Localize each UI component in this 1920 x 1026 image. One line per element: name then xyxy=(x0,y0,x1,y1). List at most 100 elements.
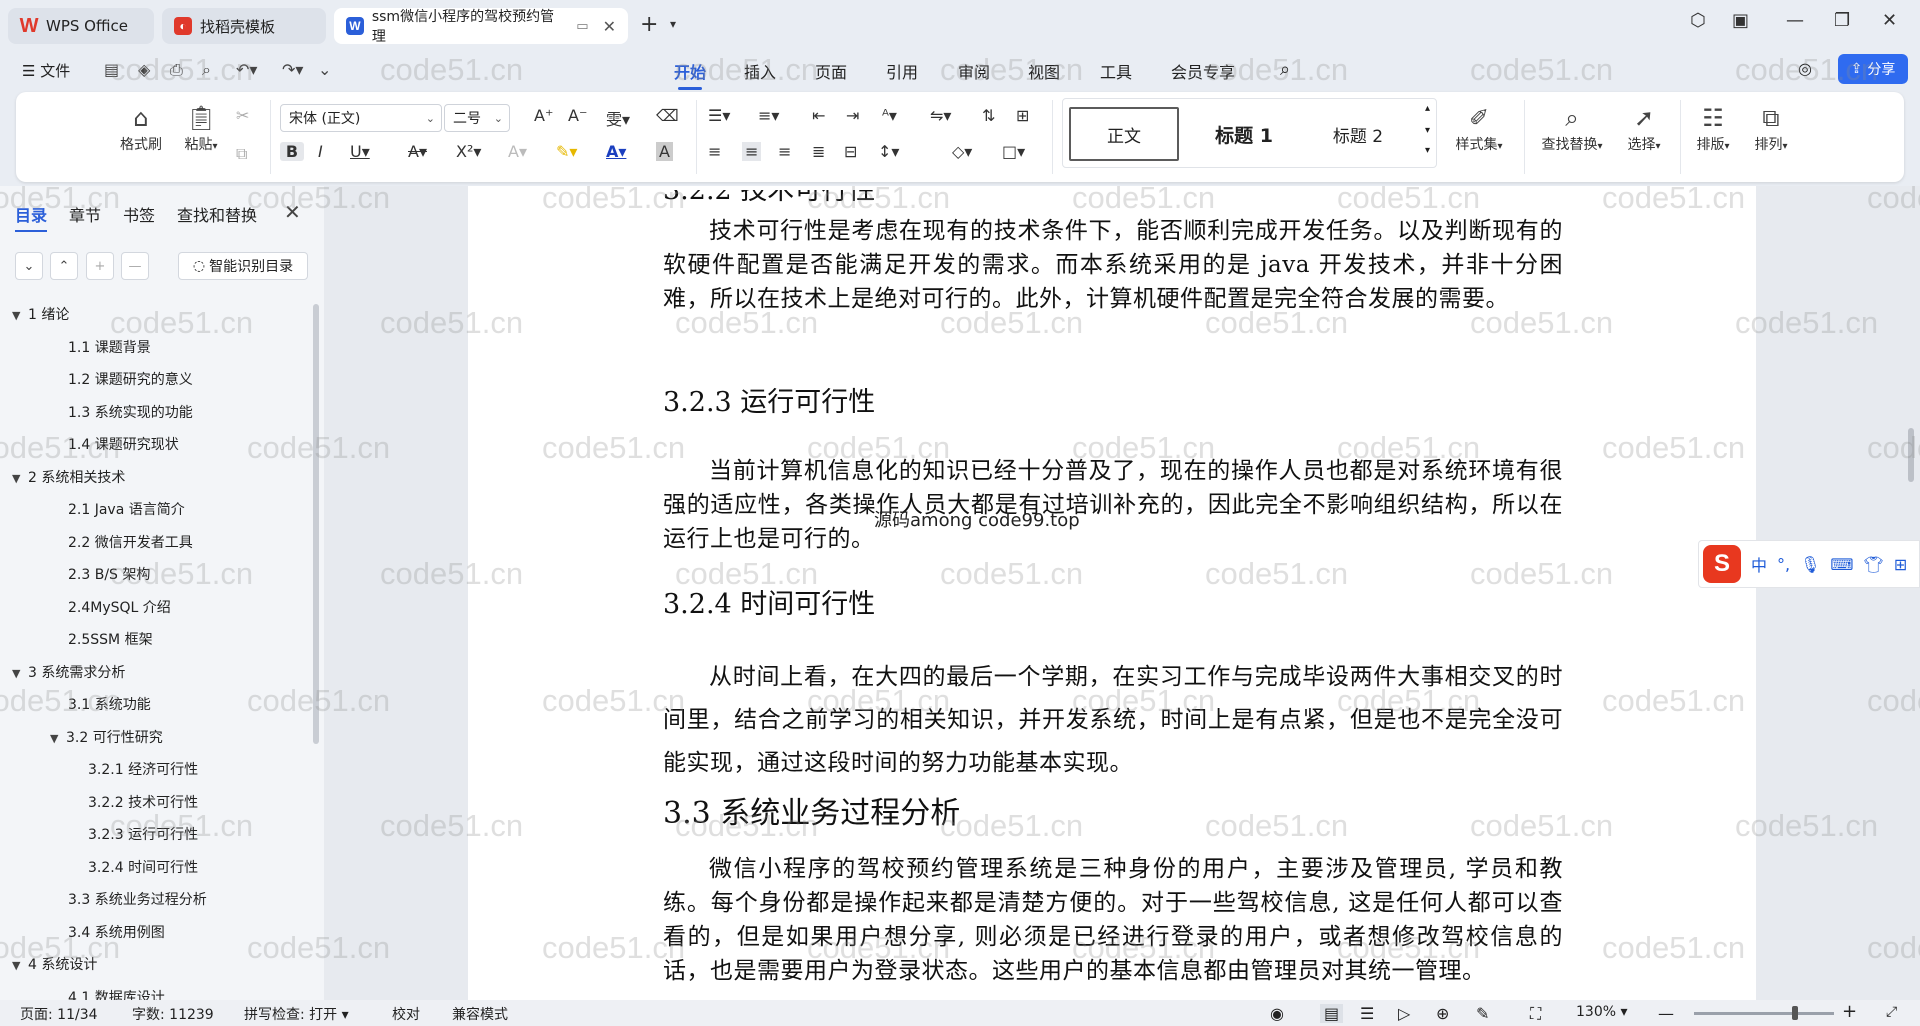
bullet-list-icon[interactable]: ☰▾ xyxy=(708,106,730,125)
collapse-all-button[interactable]: ⌃ xyxy=(50,252,78,280)
copy-icon[interactable]: ⧉ xyxy=(236,144,247,164)
tab-document[interactable]: W ssm微信小程序的驾校预约管理 ▭ ✕ xyxy=(334,8,628,45)
smart-toc-button[interactable]: ◌ 智能识别目录 xyxy=(178,252,308,280)
border-icon[interactable]: □▾ xyxy=(1002,142,1025,161)
bold-button[interactable]: B xyxy=(280,142,304,161)
pen-icon[interactable]: ✎ xyxy=(1476,1004,1489,1023)
print-preview-icon[interactable]: ⌕ xyxy=(202,60,211,80)
align-center-icon[interactable]: ≡ xyxy=(742,142,762,161)
menu-tools[interactable]: 工具 xyxy=(1100,59,1132,83)
style-heading-2[interactable]: 标题 2 xyxy=(1303,107,1413,161)
add-toc-button[interactable]: + xyxy=(86,252,114,280)
styles-down-icon[interactable]: ▾ xyxy=(1425,125,1430,136)
toc-item[interactable]: ▼ 3 系统需求分析 xyxy=(12,662,125,682)
expand-triangle-icon[interactable]: ▼ xyxy=(12,959,28,972)
customize-icon[interactable]: ⌄ xyxy=(318,60,331,79)
toc-item[interactable]: 3.1 系统功能 xyxy=(68,694,151,714)
toc-item[interactable]: 2.5SSM 框架 xyxy=(68,629,153,649)
menu-member[interactable]: 会员专享 xyxy=(1171,59,1235,83)
close-tab-icon[interactable]: ✕ xyxy=(603,17,616,36)
font-size-select[interactable]: 二号 ⌄ xyxy=(444,104,510,132)
fit-page-icon[interactable]: ⛶ xyxy=(1530,1004,1541,1024)
arrange-button[interactable]: ⧉ 排列▾ xyxy=(1746,104,1796,154)
decrease-indent-icon[interactable]: ⇤ xyxy=(812,106,825,125)
keyboard-icon[interactable]: ⌨ xyxy=(1830,555,1853,574)
toc-item[interactable]: ▼ 2 系统相关技术 xyxy=(12,467,125,487)
sort-icon[interactable]: ⇅ xyxy=(982,106,995,125)
toc-item[interactable]: 1.2 课题研究的意义 xyxy=(68,369,193,389)
ime-lang[interactable]: 中 xyxy=(1751,552,1767,576)
eye-protect-icon[interactable]: ◉ xyxy=(1270,1004,1284,1023)
zoom-slider-handle[interactable] xyxy=(1791,1006,1798,1020)
play-icon[interactable]: ▷ xyxy=(1398,1004,1410,1023)
undo-icon[interactable]: ↶▾ xyxy=(236,60,257,79)
find-replace-button[interactable]: ⌕ 查找替换▾ xyxy=(1532,104,1612,154)
justify-icon[interactable]: ≣ xyxy=(812,142,825,161)
menu-view[interactable]: 视图 xyxy=(1028,59,1060,83)
select-button[interactable]: ➚ 选择▾ xyxy=(1616,104,1672,154)
style-heading-1[interactable]: 标题 1 xyxy=(1189,107,1299,161)
chat-icon[interactable]: ◎ xyxy=(1798,59,1812,78)
toc-item[interactable]: 2.3 B/S 架构 xyxy=(68,564,150,584)
text-direction-icon[interactable]: ᴬ▾ xyxy=(882,106,897,125)
remove-toc-button[interactable]: — xyxy=(121,252,149,280)
tab-find-replace[interactable]: 查找和替换 xyxy=(177,202,257,232)
styles-up-icon[interactable]: ▴ xyxy=(1425,103,1430,114)
menu-insert[interactable]: 插入 xyxy=(744,59,776,83)
expand-triangle-icon[interactable]: ▼ xyxy=(50,732,66,745)
minimize-icon[interactable]: — xyxy=(1786,10,1804,31)
shrink-font-icon[interactable]: A⁻ xyxy=(568,106,587,125)
pane-scrollbar[interactable] xyxy=(313,304,319,744)
menu-home[interactable]: 开始 xyxy=(674,59,706,90)
underline-button[interactable]: U▾ xyxy=(350,142,370,161)
spell-check-toggle[interactable]: 拼写检查: 打开 ▾ xyxy=(244,1004,349,1024)
word-count[interactable]: 字数: 11239 xyxy=(132,1004,214,1024)
text-effect-icon[interactable]: A▾ xyxy=(508,142,527,161)
new-tab-button[interactable]: + xyxy=(640,12,658,37)
align-right-icon[interactable]: ≡ xyxy=(778,142,791,161)
menu-references[interactable]: 引用 xyxy=(886,59,918,83)
shading-icon[interactable]: ◇▾ xyxy=(952,142,972,161)
toc-item[interactable]: 2.1 Java 语言简介 xyxy=(68,499,185,519)
numbered-list-icon[interactable]: ≡▾ xyxy=(758,106,779,125)
share-button[interactable]: ⇪ 分享 xyxy=(1838,54,1908,84)
grow-font-icon[interactable]: A⁺ xyxy=(534,106,553,125)
phonetic-icon[interactable]: 雯▾ xyxy=(606,106,630,130)
superscript-button[interactable]: X²▾ xyxy=(456,142,481,161)
expand-triangle-icon[interactable]: ▼ xyxy=(12,472,28,485)
page-indicator[interactable]: 页面: 11/34 xyxy=(20,1004,98,1024)
expand-triangle-icon[interactable]: ▼ xyxy=(12,309,28,322)
zoom-level[interactable]: 130% ▾ xyxy=(1576,1004,1628,1020)
style-normal[interactable]: 正文 xyxy=(1069,107,1179,161)
paste-button[interactable]: 📋︎ 粘贴▾ xyxy=(176,104,226,154)
page-view-icon[interactable]: ▤ xyxy=(1320,1004,1344,1023)
tab-toc[interactable]: 目录 xyxy=(15,202,48,232)
font-name-select[interactable]: 宋体 (正文) ⌄ xyxy=(280,104,442,132)
format-painter-button[interactable]: ⌂ 格式刷 xyxy=(116,104,166,154)
toc-item[interactable]: 2.4MySQL 介绍 xyxy=(68,597,171,617)
distribute-icon[interactable]: ⊟ xyxy=(844,142,857,161)
tab-wps-office[interactable]: W WPS Office xyxy=(8,8,154,44)
char-shading-icon[interactable]: A xyxy=(656,142,673,161)
save-icon[interactable]: ▤ xyxy=(104,60,119,79)
microphone-icon[interactable]: 🎙︎ xyxy=(1800,555,1820,574)
toc-item[interactable]: 3.2.3 运行可行性 xyxy=(88,824,198,844)
toc-item[interactable]: 1.1 课题背景 xyxy=(68,337,151,357)
tab-docer-templates[interactable]: ◐ 找稻壳模板 xyxy=(162,8,326,44)
zoom-in-icon[interactable]: + xyxy=(1842,1001,1857,1022)
italic-button[interactable]: I xyxy=(318,142,323,161)
highlight-icon[interactable]: ✎▾ xyxy=(556,142,577,161)
cube-icon[interactable]: ⬡ xyxy=(1690,10,1706,31)
toc-item[interactable]: 3.2.4 时间可行性 xyxy=(88,857,198,877)
menu-review[interactable]: 审阅 xyxy=(958,59,990,83)
zoom-slider[interactable] xyxy=(1694,1012,1834,1015)
avatar[interactable]: ▣ xyxy=(1732,10,1749,31)
expand-triangle-icon[interactable]: ▼ xyxy=(12,667,28,680)
line-spacing-icon[interactable]: ↕▾ xyxy=(878,142,899,161)
toc-item[interactable]: ▼ 1 绪论 xyxy=(12,304,69,324)
toc-item[interactable]: 1.4 课题研究现状 xyxy=(68,434,179,454)
toc-item[interactable]: 3.3 系统业务过程分析 xyxy=(68,889,207,909)
restore-icon[interactable]: ❐ xyxy=(1834,10,1850,31)
fullscreen-icon[interactable]: ⤢ xyxy=(1886,1004,1897,1020)
toc-item[interactable]: 1.3 系统实现的功能 xyxy=(68,402,193,422)
